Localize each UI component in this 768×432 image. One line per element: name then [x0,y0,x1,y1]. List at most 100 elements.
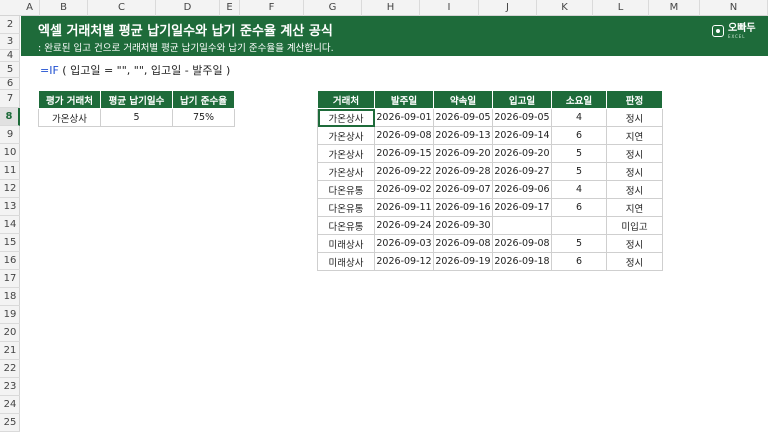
promise-date-cell[interactable]: 2026-09-20 [433,144,493,163]
vendor-cell[interactable]: 다온유통 [317,198,375,217]
row-header-24[interactable]: 24 [0,396,20,414]
verdict-cell[interactable]: 정시 [606,252,663,271]
lead-days-cell[interactable]: 4 [551,108,607,127]
vendor-cell[interactable]: 다온유통 [317,216,375,235]
row-header-2[interactable]: 2 [0,16,20,34]
verdict-cell[interactable]: 정시 [606,144,663,163]
promise-date-cell[interactable]: 2026-09-05 [433,108,493,127]
lead-days-cell[interactable]: 5 [551,144,607,163]
lead-days-cell[interactable]: 6 [551,198,607,217]
promise-date-cell[interactable]: 2026-09-08 [433,234,493,253]
order-date-cell[interactable]: 2026-09-03 [374,234,434,253]
verdict-cell[interactable]: 정시 [606,234,663,253]
receipt-date-cell[interactable] [492,216,552,235]
row-header-23[interactable]: 23 [0,378,20,396]
row-header-15[interactable]: 15 [0,234,20,252]
row-header-6[interactable]: 6 [0,78,20,90]
column-header-f[interactable]: F [240,0,304,16]
column-header-m[interactable]: M [649,0,700,16]
order-date-cell[interactable]: 2026-09-02 [374,180,434,199]
summary-avg-days-cell[interactable]: 5 [100,108,173,127]
vendor-cell[interactable]: 가온상사 [317,126,375,145]
receipt-date-cell[interactable]: 2026-09-17 [492,198,552,217]
vendor-cell[interactable]: 가온상사 [317,162,375,181]
verdict-cell[interactable]: 지연 [606,126,663,145]
promise-date-cell[interactable]: 2026-09-07 [433,180,493,199]
receipt-date-cell[interactable]: 2026-09-20 [492,144,552,163]
order-date-cell[interactable]: 2026-09-08 [374,126,434,145]
lead-days-cell[interactable] [551,216,607,235]
row-header-17[interactable]: 17 [0,270,20,288]
orders-header-vendor[interactable]: 거래처 [317,90,375,109]
row-header-3[interactable]: 3 [0,34,20,50]
column-header-h[interactable]: H [362,0,420,16]
orders-header-lead-days[interactable]: 소요일 [551,90,607,109]
column-header-a[interactable]: A [20,0,40,16]
row-header-9[interactable]: 9 [0,126,20,144]
promise-date-cell[interactable]: 2026-09-30 [433,216,493,235]
column-header-n[interactable]: N [700,0,768,16]
summary-ontime-rate-cell[interactable]: 75% [172,108,235,127]
order-date-cell[interactable]: 2026-09-01 [374,108,434,127]
summary-header-vendor[interactable]: 평가 거래처 [38,90,101,109]
row-header-10[interactable]: 10 [0,144,20,162]
row-header-13[interactable]: 13 [0,198,20,216]
column-header-k[interactable]: K [537,0,593,16]
vendor-cell[interactable]: 가온상사 [317,108,375,127]
summary-vendor-cell[interactable]: 가온상사 [38,108,101,127]
row-header-5[interactable]: 5 [0,62,20,78]
vendor-cell[interactable]: 가온상사 [317,144,375,163]
orders-header-receipt-date[interactable]: 입고일 [492,90,552,109]
promise-date-cell[interactable]: 2026-09-16 [433,198,493,217]
verdict-cell[interactable]: 미입고 [606,216,663,235]
column-header-i[interactable]: I [420,0,479,16]
row-header-20[interactable]: 20 [0,324,20,342]
lead-days-cell[interactable]: 4 [551,180,607,199]
order-date-cell[interactable]: 2026-09-24 [374,216,434,235]
row-header-14[interactable]: 14 [0,216,20,234]
lead-days-cell[interactable]: 6 [551,252,607,271]
column-header-l[interactable]: L [593,0,649,16]
order-date-cell[interactable]: 2026-09-12 [374,252,434,271]
promise-date-cell[interactable]: 2026-09-28 [433,162,493,181]
order-date-cell[interactable]: 2026-09-22 [374,162,434,181]
lead-days-cell[interactable]: 5 [551,234,607,253]
orders-header-order-date[interactable]: 발주일 [374,90,434,109]
row-header-12[interactable]: 12 [0,180,20,198]
row-header-4[interactable]: 4 [0,50,20,62]
summary-header-ontime-rate[interactable]: 납기 준수율 [172,90,235,109]
receipt-date-cell[interactable]: 2026-09-08 [492,234,552,253]
promise-date-cell[interactable]: 2026-09-13 [433,126,493,145]
order-date-cell[interactable]: 2026-09-15 [374,144,434,163]
verdict-cell[interactable]: 정시 [606,180,663,199]
promise-date-cell[interactable]: 2026-09-19 [433,252,493,271]
verdict-cell[interactable]: 정시 [606,162,663,181]
column-header-d[interactable]: D [156,0,220,16]
receipt-date-cell[interactable]: 2026-09-27 [492,162,552,181]
order-date-cell[interactable]: 2026-09-11 [374,198,434,217]
verdict-cell[interactable]: 정시 [606,108,663,127]
row-header-16[interactable]: 16 [0,252,20,270]
verdict-cell[interactable]: 지연 [606,198,663,217]
vendor-cell[interactable]: 다온유통 [317,180,375,199]
column-header-g[interactable]: G [304,0,362,16]
receipt-date-cell[interactable]: 2026-09-18 [492,252,552,271]
receipt-date-cell[interactable]: 2026-09-05 [492,108,552,127]
row-header-8[interactable]: 8 [0,108,20,126]
row-header-7[interactable]: 7 [0,90,20,108]
row-header-22[interactable]: 22 [0,360,20,378]
vendor-cell[interactable]: 미래상사 [317,252,375,271]
lead-days-cell[interactable]: 6 [551,126,607,145]
row-header-11[interactable]: 11 [0,162,20,180]
column-header-c[interactable]: C [88,0,156,16]
row-header-25[interactable]: 25 [0,414,20,432]
summary-header-avg-days[interactable]: 평균 납기일수 [100,90,173,109]
vendor-cell[interactable]: 미래상사 [317,234,375,253]
column-header-j[interactable]: J [479,0,537,16]
lead-days-cell[interactable]: 5 [551,162,607,181]
orders-header-verdict[interactable]: 판정 [606,90,663,109]
receipt-date-cell[interactable]: 2026-09-14 [492,126,552,145]
row-header-18[interactable]: 18 [0,288,20,306]
column-header-e[interactable]: E [220,0,240,16]
orders-header-promise-date[interactable]: 약속일 [433,90,493,109]
